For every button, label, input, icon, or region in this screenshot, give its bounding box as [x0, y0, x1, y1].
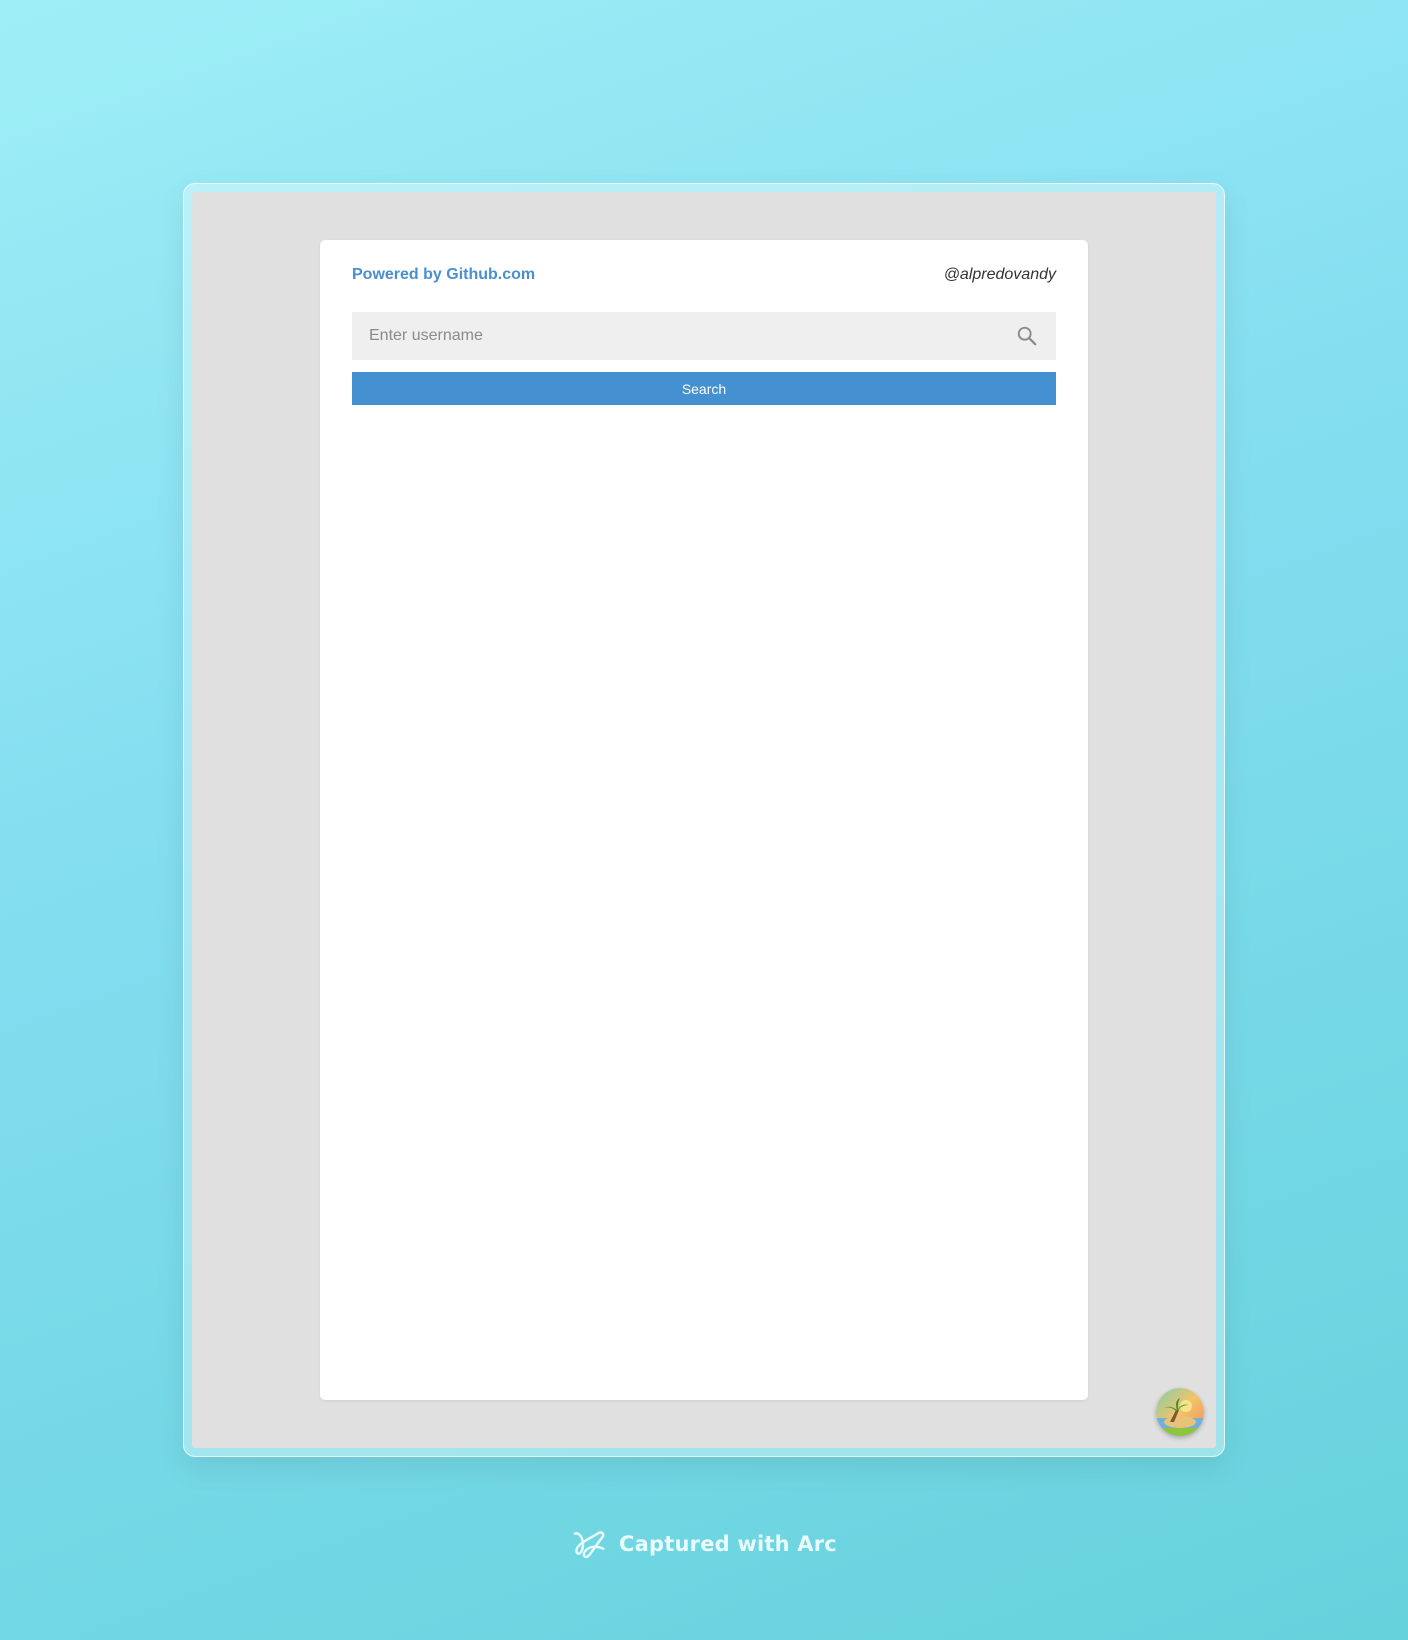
username-input[interactable] [352, 312, 1056, 360]
capture-caption: Captured with Arc [619, 1532, 837, 1556]
search-bar [352, 312, 1056, 360]
author-handle: @alpredovandy [943, 266, 1056, 283]
search-icon[interactable] [1016, 325, 1038, 347]
powered-by-link[interactable]: Powered by Github.com [352, 266, 535, 284]
avatar[interactable] [1156, 1388, 1204, 1436]
search-card: Powered by Github.com @alpredovandy Sear… [320, 240, 1088, 1400]
capture-footer: Captured with Arc [0, 1524, 1408, 1564]
search-button[interactable]: Search [352, 372, 1056, 405]
page-viewport: Powered by Github.com @alpredovandy Sear… [192, 192, 1216, 1448]
arc-logo-icon [573, 1531, 605, 1559]
card-header: Powered by Github.com @alpredovandy [352, 266, 1056, 286]
island-avatar-icon [1156, 1388, 1204, 1436]
browser-window-frame: Powered by Github.com @alpredovandy Sear… [183, 183, 1225, 1457]
